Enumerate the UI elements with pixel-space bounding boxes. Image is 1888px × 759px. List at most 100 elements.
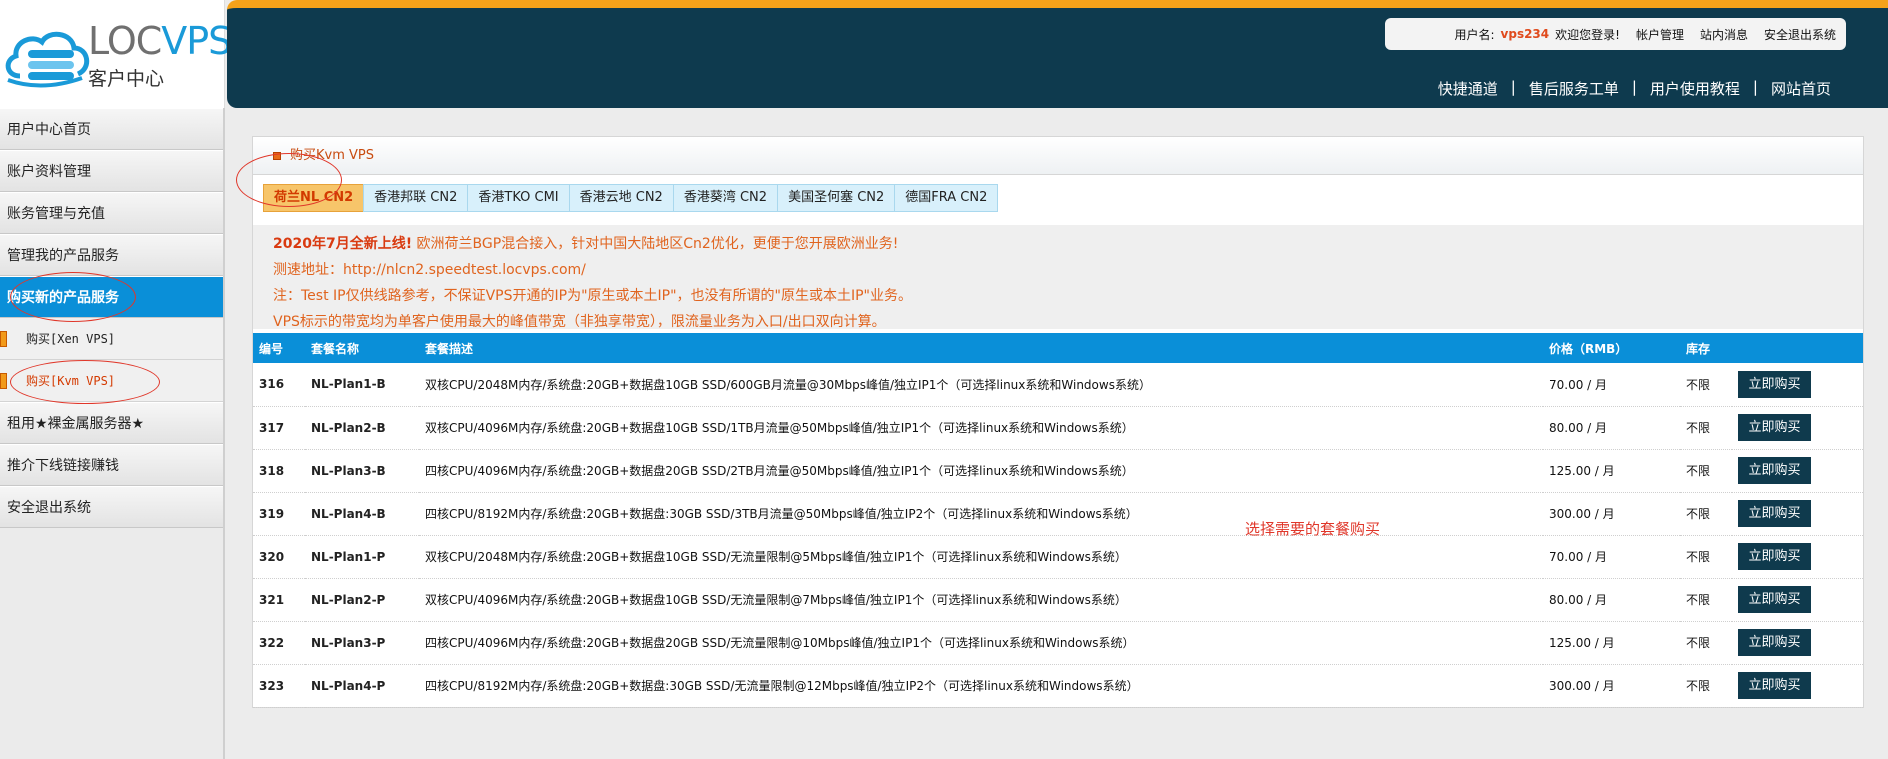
buy-now-button[interactable]: 立即购买 bbox=[1738, 543, 1811, 570]
plans-body: 316 NL-Plan1-B 双核CPU/2048M内存/系统盘:20GB+数据盘1… bbox=[253, 363, 1863, 708]
tab-hk-yundi-cn2[interactable]: 香港云地 CN2 bbox=[568, 184, 674, 212]
cloud-logo-icon bbox=[5, 31, 90, 88]
square-bullet-icon bbox=[273, 152, 281, 160]
sidebar-item-billing[interactable]: 账务管理与充值 bbox=[0, 192, 223, 234]
plan-stock: 不限 bbox=[1680, 449, 1732, 493]
bullet-icon bbox=[0, 331, 7, 347]
sidebar-item-logout[interactable]: 安全退出系统 bbox=[0, 486, 223, 528]
plan-name: NL-Plan2-B bbox=[305, 406, 419, 450]
nav-home[interactable]: 网站首页 bbox=[1758, 78, 1844, 99]
plan-price: 70.00 / 月 bbox=[1543, 363, 1680, 407]
site-messages-link[interactable]: 站内消息 bbox=[1700, 26, 1748, 43]
nav-quick-access[interactable]: 快捷通道 bbox=[1425, 78, 1511, 99]
buy-now-button[interactable]: 立即购买 bbox=[1738, 586, 1811, 613]
plan-action: 立即购买 bbox=[1732, 406, 1863, 450]
plan-stock: 不限 bbox=[1680, 664, 1732, 708]
notice-box: 2020年7月全新上线! 欧洲荷兰BGP混合接入，针对中国大陆地区Cn2优化，更… bbox=[253, 225, 1863, 330]
col-price: 价格（RMB） bbox=[1543, 333, 1680, 363]
user-bar: 用户名: vps234 欢迎您登录! 帐户管理 站内消息 安全退出系统 bbox=[1385, 18, 1846, 50]
col-action bbox=[1732, 333, 1863, 363]
sidebar-item-referral[interactable]: 推介下线链接赚钱 bbox=[0, 444, 223, 486]
plan-id: 322 bbox=[253, 621, 305, 665]
col-desc: 套餐描述 bbox=[419, 333, 1543, 363]
buy-now-button[interactable]: 立即购买 bbox=[1738, 672, 1811, 699]
plan-stock: 不限 bbox=[1680, 492, 1732, 536]
col-stock: 库存 bbox=[1680, 333, 1732, 363]
plan-id: 323 bbox=[253, 664, 305, 708]
tab-nl-cn2[interactable]: 荷兰NL CN2 bbox=[263, 184, 365, 212]
plan-id: 320 bbox=[253, 535, 305, 579]
plan-action: 立即购买 bbox=[1732, 492, 1863, 536]
plan-id: 319 bbox=[253, 492, 305, 536]
welcome-text: 欢迎您登录! bbox=[1555, 27, 1620, 42]
header: 用户名: vps234 欢迎您登录! 帐户管理 站内消息 安全退出系统 快捷通道… bbox=[227, 0, 1888, 108]
plan-action: 立即购买 bbox=[1732, 621, 1863, 665]
logo[interactable]: LOCVPS 客户中心 bbox=[0, 0, 232, 108]
col-name: 套餐名称 bbox=[305, 333, 419, 363]
bullet-icon bbox=[0, 373, 7, 389]
plan-price: 80.00 / 月 bbox=[1543, 406, 1680, 450]
table-row: 319 NL-Plan4-B 四核CPU/8192M内存/系统盘:20GB+数据盘:… bbox=[253, 492, 1863, 536]
notice-bandwidth-note: VPS标示的带宽均为单客户使用最大的峰值带宽（非独享带宽），限流量业务为入口/出… bbox=[273, 314, 886, 330]
sidebar-item-home[interactable]: 用户中心首页 bbox=[0, 108, 223, 150]
table-row: 316 NL-Plan1-B 双核CPU/2048M内存/系统盘:20GB+数据盘1… bbox=[253, 363, 1863, 407]
panel-header: 购买Kvm VPS bbox=[253, 137, 1863, 175]
tab-us-sanjose-cn2[interactable]: 美国圣何塞 CN2 bbox=[777, 184, 896, 212]
sidebar-subitem-buy-xen[interactable]: 购买[Xen VPS] bbox=[0, 318, 223, 360]
plan-desc: 双核CPU/2048M内存/系统盘:20GB+数据盘10GB SSD/600GB… bbox=[419, 363, 1543, 407]
sidebar-subitem-label: 购买[Xen VPS] bbox=[26, 332, 116, 346]
table-row: 320 NL-Plan1-P 双核CPU/2048M内存/系统盘:20GB+数据盘1… bbox=[253, 535, 1863, 579]
plan-id: 316 bbox=[253, 363, 305, 407]
sidebar: 用户中心首页 账户资料管理 账务管理与充值 管理我的产品服务 购买新的产品服务 … bbox=[0, 108, 225, 759]
plan-stock: 不限 bbox=[1680, 578, 1732, 622]
table-row: 318 NL-Plan3-B 四核CPU/4096M内存/系统盘:20GB+数据盘2… bbox=[253, 449, 1863, 493]
plan-name: NL-Plan4-P bbox=[305, 664, 419, 708]
table-row: 323 NL-Plan4-P 四核CPU/8192M内存/系统盘:20GB+数据盘:… bbox=[253, 664, 1863, 708]
brand-subtitle: 客户中心 bbox=[88, 68, 165, 90]
plans-table: 编号 套餐名称 套餐描述 价格（RMB） 库存 316 NL-Plan1-B 双核C… bbox=[253, 333, 1863, 708]
account-manage-link[interactable]: 帐户管理 bbox=[1636, 26, 1684, 43]
plan-action: 立即购买 bbox=[1732, 664, 1863, 708]
plan-stock: 不限 bbox=[1680, 363, 1732, 407]
tab-hk-kwaiwan-cn2[interactable]: 香港葵湾 CN2 bbox=[672, 184, 779, 212]
sidebar-item-my-services[interactable]: 管理我的产品服务 bbox=[0, 234, 223, 276]
plan-price: 80.00 / 月 bbox=[1543, 578, 1680, 622]
plan-action: 立即购买 bbox=[1732, 535, 1863, 579]
notice-speedtest: 测速地址：http://nlcn2.speedtest.locvps.com/ bbox=[273, 262, 586, 278]
buy-now-button[interactable]: 立即购买 bbox=[1738, 457, 1811, 484]
sidebar-item-bare-metal[interactable]: 租用★裸金属服务器★ bbox=[0, 402, 223, 444]
tab-hk-banglian-cn2[interactable]: 香港邦联 CN2 bbox=[363, 184, 469, 212]
table-row: 321 NL-Plan2-P 双核CPU/4096M内存/系统盘:20GB+数据盘1… bbox=[253, 578, 1863, 622]
buy-now-button[interactable]: 立即购买 bbox=[1738, 370, 1811, 398]
plan-price: 125.00 / 月 bbox=[1543, 449, 1680, 493]
plan-desc: 双核CPU/2048M内存/系统盘:20GB+数据盘10GB SSD/无流量限制… bbox=[419, 535, 1543, 579]
buy-now-button[interactable]: 立即购买 bbox=[1738, 414, 1811, 441]
tab-hk-tko-cmi[interactable]: 香港TKO CMI bbox=[467, 184, 570, 212]
top-nav: 快捷通道 | 售后服务工单 | 用户使用教程 | 网站首页 bbox=[1425, 78, 1844, 99]
logout-link[interactable]: 安全退出系统 bbox=[1764, 26, 1836, 43]
annotation-text: 选择需要的套餐购买 bbox=[1245, 520, 1381, 538]
sidebar-item-profile[interactable]: 账户资料管理 bbox=[0, 150, 223, 192]
plan-name: NL-Plan4-B bbox=[305, 492, 419, 536]
sidebar-subitem-buy-kvm[interactable]: 购买[Kvm VPS] bbox=[0, 360, 223, 402]
plan-name: NL-Plan1-B bbox=[305, 363, 419, 407]
plan-desc: 双核CPU/4096M内存/系统盘:20GB+数据盘10GB SSD/1TB月流… bbox=[419, 406, 1543, 450]
plan-stock: 不限 bbox=[1680, 621, 1732, 665]
plan-stock: 不限 bbox=[1680, 535, 1732, 579]
plan-name: NL-Plan1-P bbox=[305, 535, 419, 579]
nav-support-ticket[interactable]: 售后服务工单 bbox=[1516, 78, 1632, 99]
plan-desc: 四核CPU/4096M内存/系统盘:20GB+数据盘20GB SSD/无流量限制… bbox=[419, 621, 1543, 665]
plan-desc: 四核CPU/8192M内存/系统盘:20GB+数据盘:30GB SSD/无流量限… bbox=[419, 664, 1543, 708]
plan-price: 300.00 / 月 bbox=[1543, 492, 1680, 536]
sidebar-item-buy-new[interactable]: 购买新的产品服务 bbox=[0, 276, 223, 318]
plan-id: 321 bbox=[253, 578, 305, 622]
buy-now-button[interactable]: 立即购买 bbox=[1738, 629, 1811, 656]
tab-de-fra-cn2[interactable]: 德国FRA CN2 bbox=[894, 184, 999, 212]
plan-price: 125.00 / 月 bbox=[1543, 621, 1680, 665]
nav-tutorial[interactable]: 用户使用教程 bbox=[1637, 78, 1753, 99]
username-label: 用户名: bbox=[1454, 27, 1495, 42]
plan-name: NL-Plan3-P bbox=[305, 621, 419, 665]
plan-name: NL-Plan2-P bbox=[305, 578, 419, 622]
buy-now-button[interactable]: 立即购买 bbox=[1738, 500, 1811, 527]
table-row: 322 NL-Plan3-P 四核CPU/4096M内存/系统盘:20GB+数据盘2… bbox=[253, 621, 1863, 665]
